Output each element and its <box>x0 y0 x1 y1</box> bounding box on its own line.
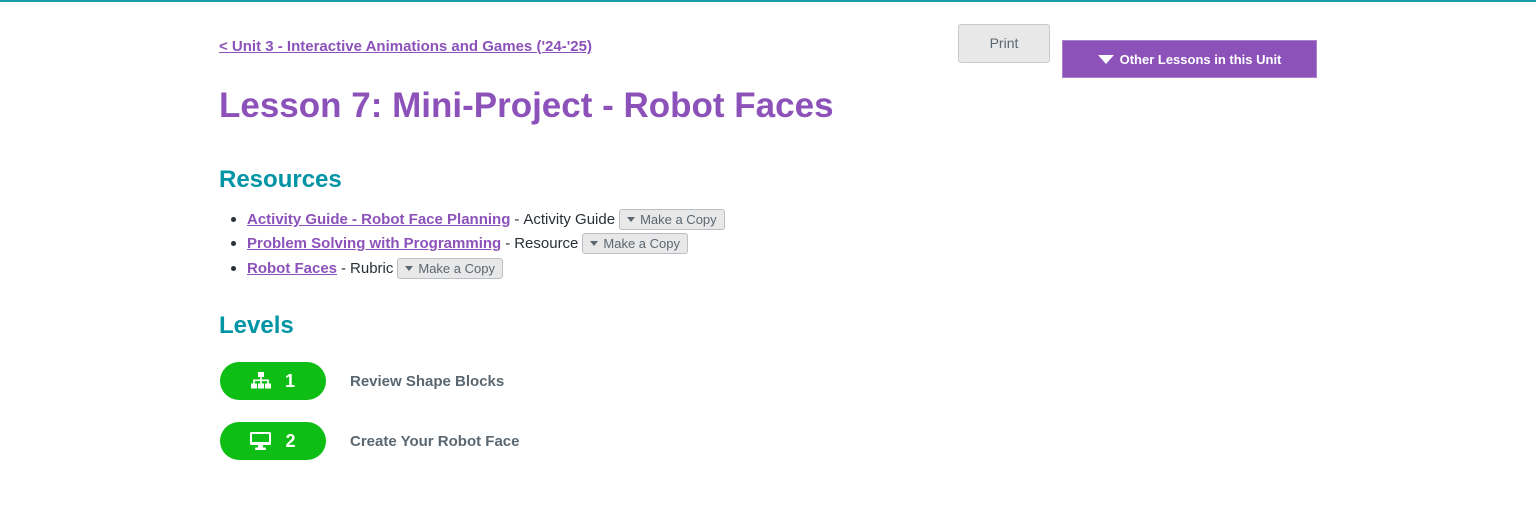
make-copy-label: Make a Copy <box>418 260 495 276</box>
other-lessons-button[interactable]: Other Lessons in this Unit <box>1062 40 1317 78</box>
lesson-page: < Unit 3 - Interactive Animations and Ga… <box>219 0 1317 532</box>
resource-separator: - <box>505 235 511 253</box>
level-number: 2 <box>285 430 296 451</box>
level-1-button[interactable]: 1 <box>220 362 326 400</box>
desktop-icon <box>250 432 272 450</box>
resource-item: Robot Faces - Rubric Make a Copy <box>231 256 725 281</box>
caret-down-icon <box>590 241 599 247</box>
caret-down-icon <box>1097 54 1114 64</box>
level-name[interactable]: Create Your Robot Face <box>350 433 519 450</box>
unit-back-link[interactable]: < Unit 3 - Interactive Animations and Ga… <box>219 38 592 55</box>
make-copy-button[interactable]: Make a Copy <box>619 208 725 230</box>
make-copy-label: Make a Copy <box>603 236 680 252</box>
caret-down-icon <box>405 265 414 271</box>
resource-separator: - <box>341 259 347 277</box>
make-copy-label: Make a Copy <box>640 211 717 227</box>
page-title: Lesson 7: Mini-Project - Robot Faces <box>219 86 834 125</box>
other-lessons-label: Other Lessons in this Unit <box>1119 51 1282 67</box>
level-row: 1 Review Shape Blocks <box>220 362 504 400</box>
make-copy-button[interactable]: Make a Copy <box>397 257 503 279</box>
resource-type: Resource <box>514 235 579 253</box>
bullet-icon <box>231 216 236 222</box>
caret-down-icon <box>627 216 636 222</box>
resources-heading: Resources <box>219 166 342 193</box>
level-number: 1 <box>284 370 295 391</box>
print-button[interactable]: Print <box>958 24 1050 63</box>
resource-item: Activity Guide - Robot Face Planning - A… <box>231 207 725 232</box>
resource-type: Rubric <box>350 259 394 277</box>
resource-type: Activity Guide <box>523 210 616 228</box>
level-2-button[interactable]: 2 <box>220 422 326 460</box>
resource-link[interactable]: Robot Faces <box>247 260 337 277</box>
resource-link[interactable]: Problem Solving with Programming <box>247 235 501 252</box>
level-name[interactable]: Review Shape Blocks <box>350 373 504 390</box>
level-row: 2 Create Your Robot Face <box>220 422 519 460</box>
resource-item: Problem Solving with Programming - Resou… <box>231 232 725 257</box>
bullet-icon <box>231 241 236 247</box>
resource-separator: - <box>514 210 520 228</box>
make-copy-button[interactable]: Make a Copy <box>582 233 688 255</box>
sitemap-icon <box>250 372 271 390</box>
resource-list: Activity Guide - Robot Face Planning - A… <box>231 207 725 281</box>
resource-link[interactable]: Activity Guide - Robot Face Planning <box>247 211 510 228</box>
bullet-icon <box>231 265 236 271</box>
levels-heading: Levels <box>219 312 294 339</box>
